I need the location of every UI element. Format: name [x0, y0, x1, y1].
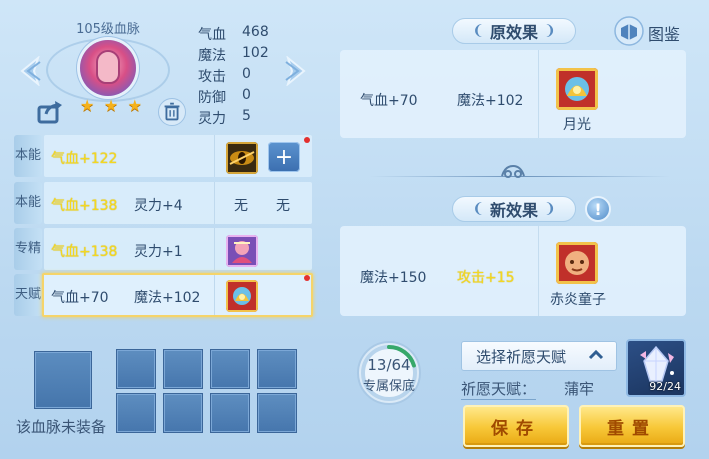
trash-icon [164, 102, 180, 121]
row-2-slot-1: 无 [234, 198, 248, 214]
notification-dot [304, 137, 310, 143]
wish-talent-label: 祈愿天赋： [461, 380, 537, 400]
plus-icon: + [274, 144, 294, 170]
book-icon [614, 16, 644, 46]
row-label-instinct-1: 本能 [14, 135, 42, 177]
prev-arrow-icon[interactable] [18, 55, 44, 87]
row-2-slot-2: 无 [276, 198, 290, 214]
row-label-specialty: 专精 [14, 228, 42, 270]
original-effect-title: ❨ 原效果 ❩ [452, 18, 576, 44]
new-effect-1: 魔法+150 [360, 270, 427, 286]
row-label-talent: 天赋 [14, 274, 42, 316]
new-effect-title: ❨ 新效果 ❩ [452, 196, 576, 222]
row-4-secondary: 魔法+102 [134, 290, 201, 306]
gauge-count: 13/64 [367, 356, 411, 374]
next-arrow-icon[interactable] [282, 55, 308, 87]
red-flame-child-icon[interactable] [556, 242, 598, 284]
catalog-button[interactable] [614, 16, 644, 46]
divider [538, 50, 539, 138]
curl-right-icon: ❩ [544, 201, 556, 217]
stat-defense: 防御 0 [198, 87, 251, 106]
stat-spirit: 灵力 5 [198, 108, 251, 127]
original-effect-panel: 气血+70 魔法+102 月光 [340, 50, 686, 138]
equip-slot[interactable] [163, 349, 203, 389]
star-rating: ★ ★ ★ [80, 96, 142, 115]
stat-hp: 气血 468 [198, 24, 269, 43]
info-button[interactable]: ! [585, 196, 611, 222]
crystal-count: 92/24 [649, 380, 681, 393]
original-effect-2: 魔法+102 [457, 93, 524, 109]
exclamation-icon: ! [594, 199, 602, 219]
catalog-label[interactable]: 图鉴 [648, 21, 680, 45]
delete-button[interactable] [158, 98, 186, 126]
share-icon [37, 101, 62, 124]
eye-skill-icon[interactable] [226, 142, 258, 174]
save-button[interactable]: 保存 [463, 405, 569, 447]
wish-talent-value: 蒲牢 [564, 380, 595, 398]
pity-gauge: 13/64 专属保底 [356, 340, 422, 406]
new-effect-2: 攻击+15 [457, 270, 515, 286]
gauge-label: 专属保底 [362, 379, 415, 394]
equip-slot[interactable] [257, 349, 297, 389]
no-equipment-text: 该血脉未装备 [16, 418, 107, 436]
specialty-skill-icon[interactable] [226, 235, 258, 267]
row-4-primary: 气血+70 [51, 290, 109, 306]
row-2-secondary: 灵力+4 [134, 198, 183, 214]
red-flame-child-name: 赤炎童子 [550, 292, 606, 308]
curl-left-icon: ❨ [472, 23, 484, 39]
divider [538, 226, 539, 316]
divider [214, 228, 215, 270]
reset-button[interactable]: 重置 [579, 405, 685, 447]
divider [214, 275, 215, 315]
wish-talent-select[interactable]: 选择祈愿天赋 [461, 341, 617, 371]
notification-dot [304, 275, 310, 281]
equip-slot[interactable] [210, 349, 250, 389]
row-3-secondary: 灵力+1 [134, 244, 183, 260]
divider [214, 182, 215, 224]
row-3-primary: 气血+138 [51, 244, 118, 260]
curl-left-icon: ❨ [472, 201, 484, 217]
equip-slot[interactable] [257, 393, 297, 433]
equip-slot[interactable] [116, 349, 156, 389]
star-icon: ★ [127, 96, 142, 115]
moonlight-icon[interactable] [556, 68, 598, 110]
add-slot-button[interactable]: + [268, 142, 300, 172]
chevron-up-icon [586, 345, 606, 369]
share-button[interactable] [36, 98, 64, 126]
crystal-item[interactable]: 92/24 [626, 339, 686, 397]
wish-select-label: 选择祈愿天赋 [476, 347, 567, 366]
new-effect-panel: 魔法+150 攻击+15 赤炎童子 [340, 226, 686, 316]
moonlight-skill-icon[interactable] [226, 280, 258, 312]
avatar-face-icon [96, 50, 120, 84]
stat-mp: 魔法 102 [198, 45, 269, 64]
stat-attack: 攻击 0 [198, 66, 251, 85]
equip-slot[interactable] [210, 393, 250, 433]
main-equip-slot[interactable] [34, 351, 92, 409]
bloodline-level-title: 105级血脉 [76, 22, 140, 37]
equip-slot[interactable] [116, 393, 156, 433]
star-icon: ★ [103, 96, 119, 115]
row-2-primary: 气血+138 [51, 198, 118, 214]
original-effect-1: 气血+70 [360, 93, 418, 109]
star-icon: ★ [80, 96, 95, 115]
attribute-row-2[interactable]: 气血+138 灵力+4 无 无 [44, 182, 312, 224]
row-1-primary: 气血+122 [51, 151, 118, 167]
moonlight-name: 月光 [563, 117, 591, 133]
row-label-instinct-2: 本能 [14, 182, 42, 224]
attribute-row-4[interactable]: 气血+70 魔法+102 [42, 273, 313, 317]
stats-list: 气血 468 魔法 102 攻击 0 防御 0 灵力 5 [198, 24, 269, 129]
curl-right-icon: ❩ [544, 23, 556, 39]
attribute-row-3[interactable]: 气血+138 灵力+1 [44, 228, 312, 270]
equip-slot[interactable] [163, 393, 203, 433]
cloud-ornament-icon [499, 160, 527, 182]
divider [214, 135, 215, 177]
